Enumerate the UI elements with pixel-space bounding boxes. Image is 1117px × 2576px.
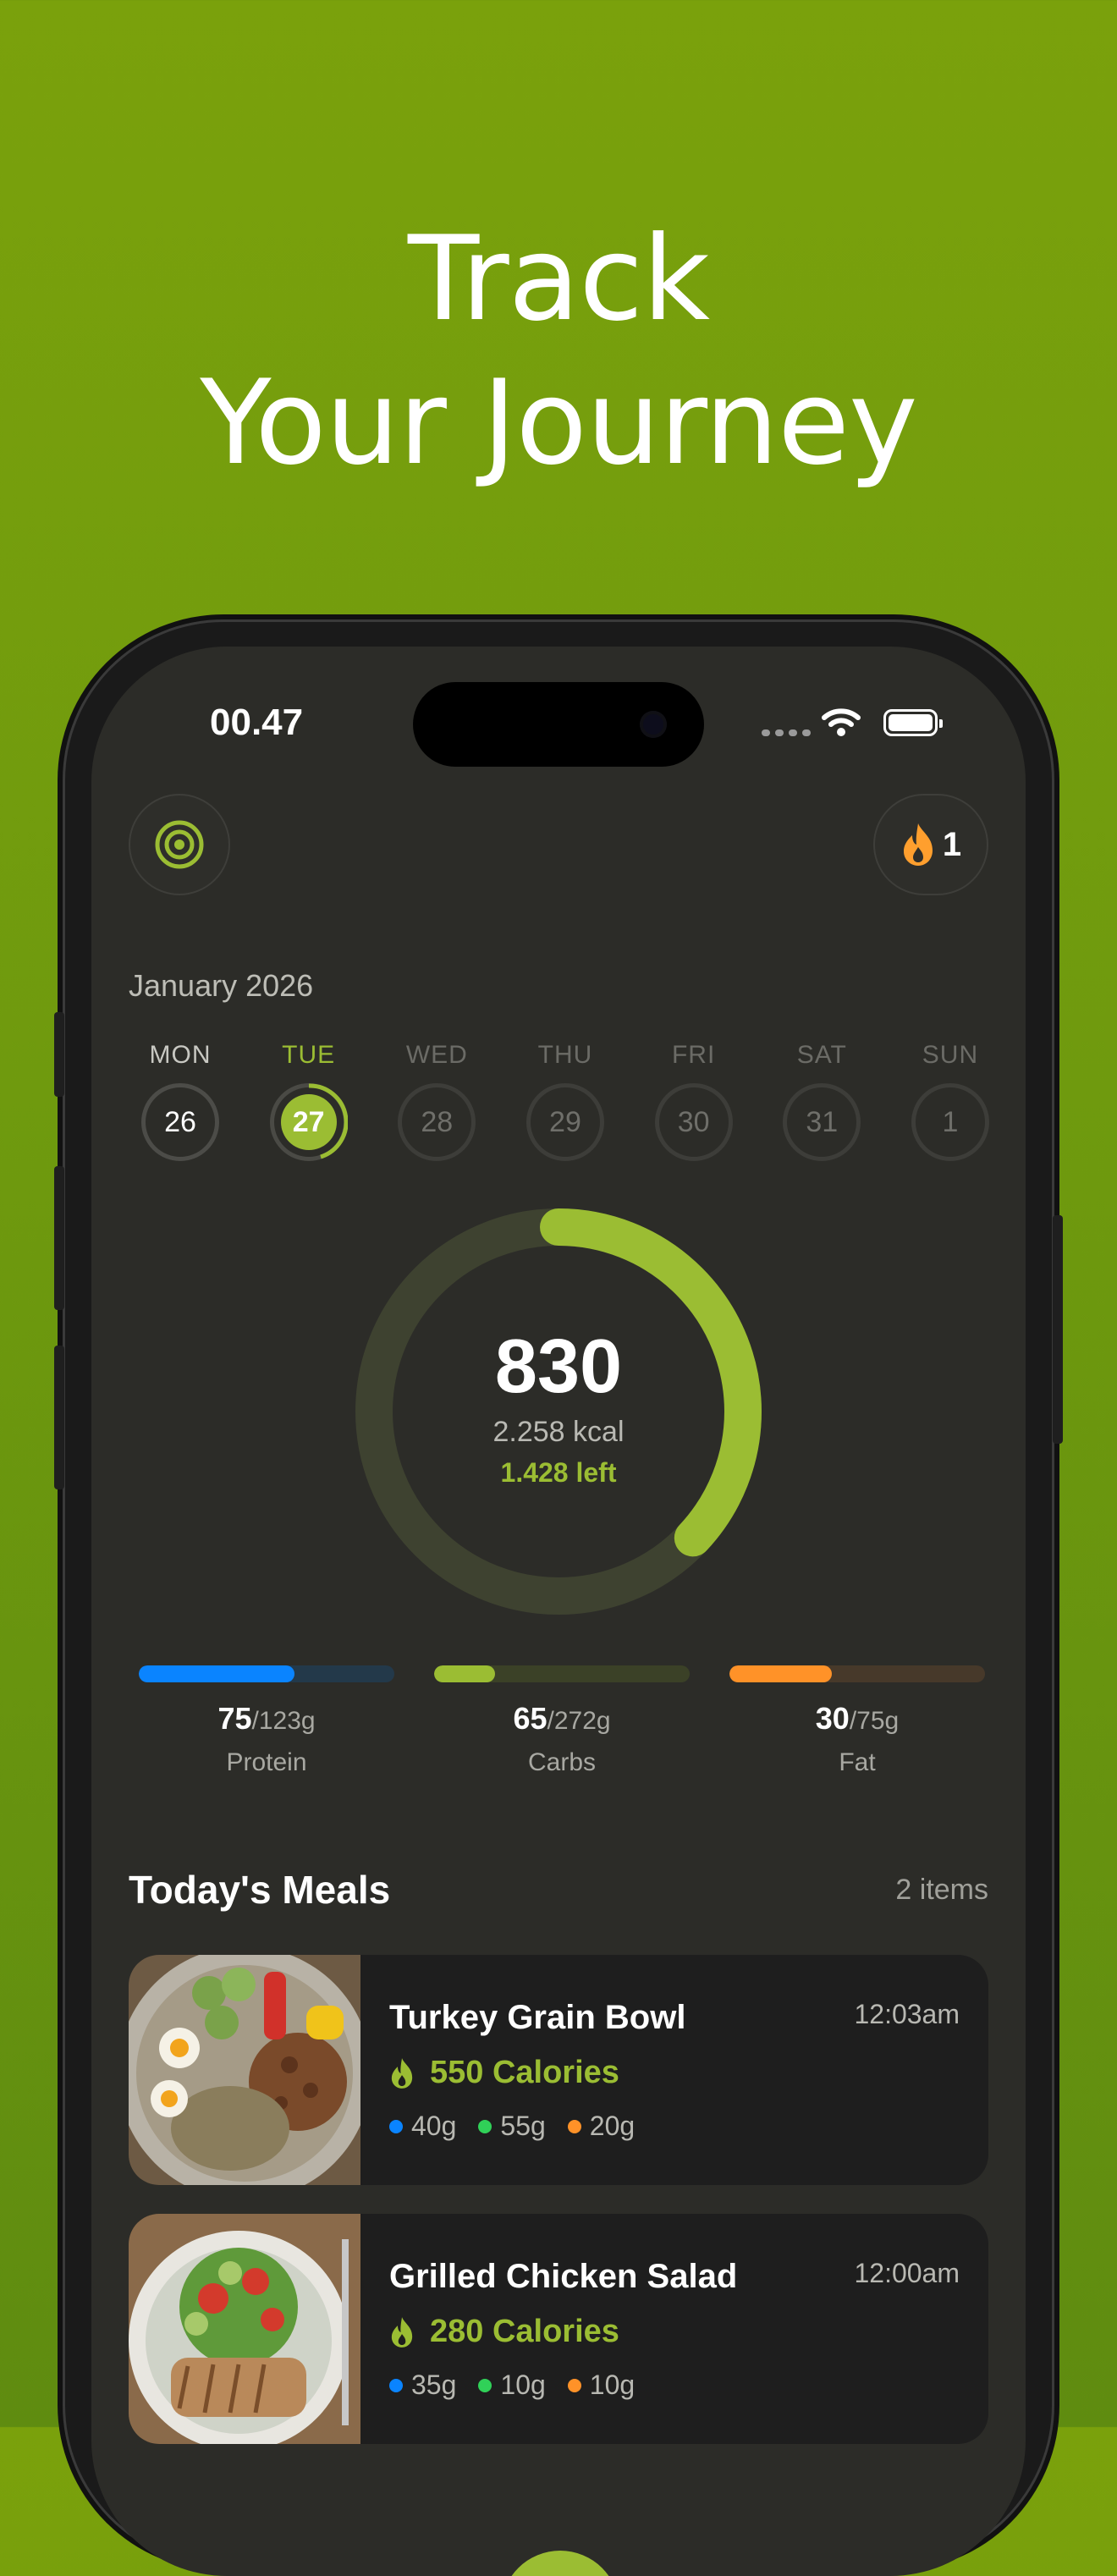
- macro-carbs: 65/272g Carbs: [434, 1665, 690, 1777]
- day-date: 31: [783, 1083, 861, 1161]
- flame-icon: [391, 2316, 413, 2348]
- meal-macros: 35g 10g 10g: [389, 2370, 635, 2401]
- app-screen: 00.47 1 January 2026 MON 26 TUE 27 WED 2…: [91, 647, 1026, 2576]
- macro-fat: 30/75g Fat: [729, 1665, 985, 1777]
- week-strip: MON 26 TUE 27 WED 28 THU 29 FRI 30 SAT 3…: [125, 1041, 1005, 1161]
- meal-card[interactable]: Turkey Grain Bowl 12:03am 550 Calories 4…: [129, 1955, 988, 2185]
- calories-consumed: 830: [494, 1324, 623, 1409]
- meal-protein: 40g: [389, 2111, 456, 2142]
- day-thu[interactable]: THU 29: [510, 1041, 620, 1161]
- phone-volume-down-button: [54, 1346, 64, 1489]
- wifi-icon: [822, 708, 861, 736]
- day-label: TUE: [282, 1041, 336, 1069]
- protein-progress-bar: [139, 1665, 394, 1682]
- flame-icon: [391, 2057, 413, 2089]
- promo-headline-line2: Your Journey: [200, 355, 917, 491]
- meal-time: 12:00am: [854, 2258, 960, 2288]
- day-label: THU: [537, 1041, 593, 1069]
- streak-count: 1: [942, 825, 962, 863]
- meal-card[interactable]: Grilled Chicken Salad 12:00am 280 Calori…: [129, 2214, 988, 2444]
- meal-photo: [129, 2214, 360, 2444]
- meal-fat: 10g: [567, 2370, 635, 2401]
- battery-icon: [883, 709, 943, 736]
- meal-photo: [129, 1955, 360, 2185]
- carbs-value: 65/272g: [513, 1701, 611, 1736]
- meal-time: 12:03am: [854, 1999, 960, 2029]
- phone-volume-up-button: [54, 1166, 64, 1310]
- protein-value: 75/123g: [217, 1701, 316, 1736]
- calorie-ring: 830 2.258 kcal 1.428 left: [349, 1202, 768, 1621]
- fat-label: Fat: [839, 1748, 876, 1776]
- day-date: 29: [525, 1083, 604, 1161]
- day-date: 26: [141, 1083, 219, 1161]
- day-date: 30: [654, 1083, 733, 1161]
- day-label: FRI: [671, 1041, 716, 1069]
- dynamic-island: [413, 682, 704, 767]
- day-date: 28: [398, 1083, 476, 1161]
- day-fri[interactable]: FRI 30: [639, 1041, 749, 1161]
- meal-name: Grilled Chicken Salad: [389, 2258, 738, 2295]
- calories-left: 1.428 left: [500, 1457, 617, 1488]
- day-label: SAT: [796, 1041, 847, 1069]
- target-icon: [155, 820, 204, 869]
- status-time: 00.47: [210, 702, 304, 743]
- day-tue[interactable]: TUE 27: [254, 1041, 364, 1161]
- streak-button[interactable]: 1: [873, 794, 988, 895]
- meal-calories: 280 Calories: [389, 2314, 619, 2350]
- carbs-progress-bar: [434, 1665, 690, 1682]
- phone-power-button: [1053, 1215, 1063, 1444]
- front-camera: [640, 711, 667, 738]
- meal-carbs: 10g: [478, 2370, 546, 2401]
- meal-fat: 20g: [567, 2111, 635, 2142]
- cellular-signal-icon: [762, 729, 811, 736]
- fat-value: 30/75g: [815, 1701, 900, 1736]
- meal-protein: 35g: [389, 2370, 456, 2401]
- calorie-goal: 2.258 kcal: [492, 1416, 625, 1448]
- calendar-month: January 2026: [129, 968, 314, 1003]
- macro-summary: 75/123g Protein 65/272g Carbs 30/75g Fat: [139, 1665, 985, 1777]
- fat-progress-bar: [729, 1665, 985, 1682]
- protein-label: Protein: [226, 1748, 307, 1776]
- day-label: SUN: [922, 1041, 979, 1069]
- macro-protein: 75/123g Protein: [139, 1665, 394, 1777]
- flame-icon: [903, 823, 933, 866]
- add-meal-button[interactable]: [501, 2551, 619, 2576]
- meals-title: Today's Meals: [129, 1868, 391, 1912]
- meal-calories: 550 Calories: [389, 2055, 619, 2091]
- day-mon[interactable]: MON 26: [125, 1041, 235, 1161]
- phone-action-button: [54, 1012, 64, 1097]
- goals-button[interactable]: [129, 794, 230, 895]
- day-sun[interactable]: SUN 1: [895, 1041, 1005, 1161]
- meal-name: Turkey Grain Bowl: [389, 1999, 686, 2036]
- meal-carbs: 55g: [478, 2111, 546, 2142]
- carbs-label: Carbs: [527, 1748, 597, 1776]
- day-date-selected: 27: [269, 1083, 348, 1161]
- day-sat[interactable]: SAT 31: [767, 1041, 877, 1161]
- day-date: 1: [911, 1083, 989, 1161]
- meal-macros: 40g 55g 20g: [389, 2111, 635, 2142]
- meals-header: Today's Meals 2 items: [129, 1867, 988, 1913]
- meals-count: 2 items: [895, 1873, 988, 1906]
- promo-headline-line1: Track: [407, 211, 710, 347]
- day-label: WED: [405, 1041, 468, 1069]
- day-label: MON: [149, 1041, 212, 1069]
- day-wed[interactable]: WED 28: [382, 1041, 492, 1161]
